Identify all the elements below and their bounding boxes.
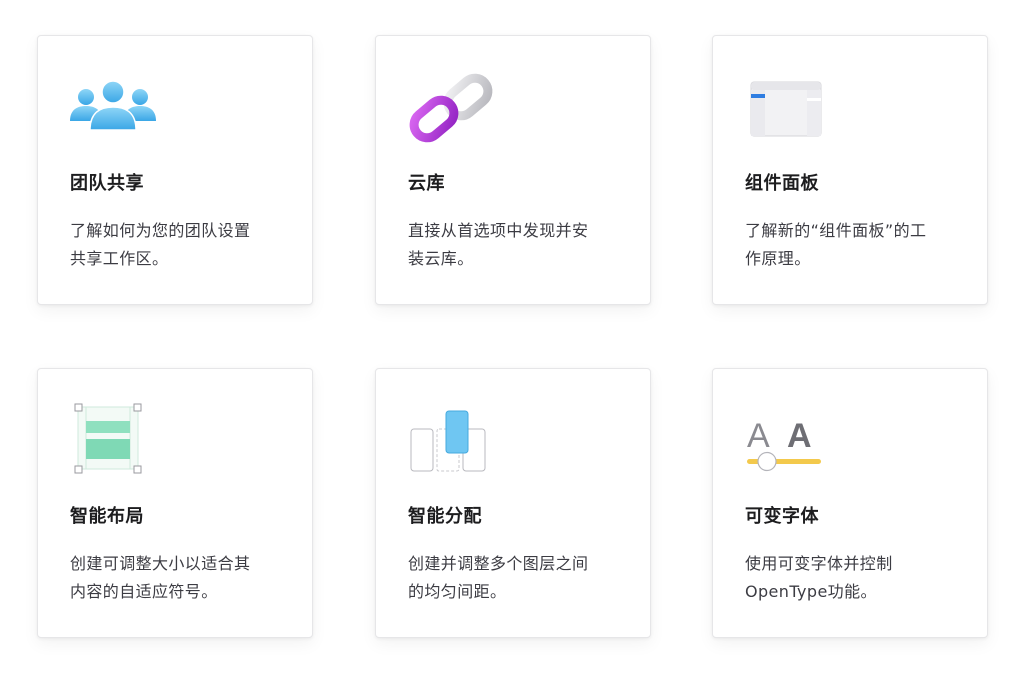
card-variable-fonts[interactable]: A A 可变字体 使用可变字体并控制 OpenType功能。 <box>712 368 988 638</box>
card-description-line: 创建可调整大小以适合其 <box>70 554 251 573</box>
card-title: 可变字体 <box>745 506 819 527</box>
card-description-line: 了解新的“组件面板”的工 <box>745 221 927 240</box>
card-description-line: OpenType功能。 <box>745 582 877 601</box>
card-description-line: 共享工作区。 <box>70 249 169 268</box>
feature-grid: 团队共享 了解如何为您的团队设置 共享工作区。 云库 直接从首选项中发现并安 装… <box>0 0 1024 673</box>
svg-text:A: A <box>787 417 812 455</box>
card-team-sharing[interactable]: 团队共享 了解如何为您的团队设置 共享工作区。 <box>37 35 313 305</box>
card-smart-layout[interactable]: 智能布局 创建可调整大小以适合其 内容的自适应符号。 <box>37 368 313 638</box>
card-description-line: 的均匀间距。 <box>408 582 507 601</box>
card-description: 了解新的“组件面板”的工 作原理。 <box>745 217 957 273</box>
card-description-line: 装云库。 <box>408 249 474 268</box>
component-panel-icon <box>743 78 833 140</box>
card-description: 创建可调整大小以适合其 内容的自适应符号。 <box>70 550 282 606</box>
chain-link-icon <box>406 73 496 143</box>
card-smart-distribute[interactable]: 智能分配 创建并调整多个图层之间 的均匀间距。 <box>375 368 651 638</box>
card-cloud-libraries[interactable]: 云库 直接从首选项中发现并安 装云库。 <box>375 35 651 305</box>
team-people-icon <box>68 78 158 140</box>
card-title: 智能布局 <box>70 506 144 527</box>
card-description-line: 内容的自适应符号。 <box>70 582 218 601</box>
card-description: 了解如何为您的团队设置 共享工作区。 <box>70 217 282 273</box>
card-title: 云库 <box>408 173 445 194</box>
card-description: 直接从首选项中发现并安 装云库。 <box>408 217 620 273</box>
card-description-line: 直接从首选项中发现并安 <box>408 221 589 240</box>
card-description-line: 创建并调整多个图层之间 <box>408 554 589 573</box>
card-title: 组件面板 <box>745 173 819 194</box>
card-description-line: 作原理。 <box>745 249 811 268</box>
card-description-line: 了解如何为您的团队设置 <box>70 221 251 240</box>
svg-text:A: A <box>747 417 770 455</box>
smart-distribute-icon <box>406 410 496 473</box>
card-description: 创建并调整多个图层之间 的均匀间距。 <box>408 550 620 606</box>
card-component-panel[interactable]: 组件面板 了解新的“组件面板”的工 作原理。 <box>712 35 988 305</box>
variable-font-icon: A A <box>743 411 833 473</box>
card-title: 团队共享 <box>70 173 144 194</box>
card-title: 智能分配 <box>408 506 482 527</box>
card-description: 使用可变字体并控制 OpenType功能。 <box>745 550 957 606</box>
card-description-line: 使用可变字体并控制 <box>745 554 893 573</box>
smart-layout-icon <box>68 403 158 474</box>
